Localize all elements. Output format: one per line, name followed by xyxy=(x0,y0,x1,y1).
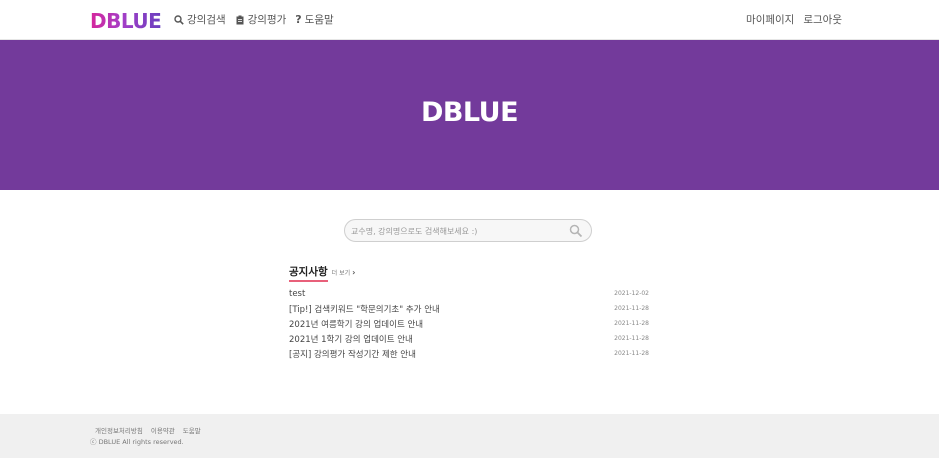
more-label: 더 보기 xyxy=(331,270,351,277)
nav-label: 도움말 xyxy=(304,14,334,26)
notice-link[interactable]: 2021년 1학기 강의 업데이트 안내 xyxy=(289,333,413,345)
notice-title: 공지사항 xyxy=(289,264,328,282)
hero-banner: DBLUE xyxy=(0,40,939,190)
nav-label: 강의평가 xyxy=(247,14,287,26)
search-icon xyxy=(174,14,184,25)
notice-date: 2021-12-02 xyxy=(614,290,649,297)
copyright: ⓒ DBLUE All rights reserved. xyxy=(90,438,184,446)
nav-label: 강의검색 xyxy=(187,14,226,26)
list-item: test 2021-12-02 xyxy=(289,286,649,301)
more-link[interactable]: 더 보기 › xyxy=(332,268,356,277)
notice-link[interactable]: 2021년 여름학기 강의 업데이트 안내 xyxy=(289,318,423,330)
notice-date: 2021-11-28 xyxy=(614,320,649,327)
help-link[interactable]: 도움말 xyxy=(183,425,201,435)
search-input[interactable] xyxy=(351,223,566,239)
list-item: 2021년 여름학기 강의 업데이트 안내 2021-11-28 xyxy=(289,316,649,331)
list-item: [공지] 강의평가 작성기간 제한 안내 2021-11-28 xyxy=(289,346,649,361)
notice-date: 2021-11-28 xyxy=(614,335,649,342)
course-search-box xyxy=(344,219,592,242)
hero-logo: DBLUE xyxy=(420,97,519,128)
notice-list: test 2021-12-02 [Tip!] 검색키워드 "학문의기초" 추가 … xyxy=(289,286,649,361)
nav-course-search[interactable]: 강의검색 xyxy=(174,12,226,27)
clipboard-icon xyxy=(236,15,244,24)
list-item: 2021년 1학기 강의 업데이트 안내 2021-11-28 xyxy=(289,331,649,346)
notice-date: 2021-11-28 xyxy=(614,350,649,357)
logout-link[interactable]: 로그아웃 xyxy=(803,12,842,27)
notice-section: 공지사항 더 보기 › test 2021-12-02 [Tip!] 검색키워드… xyxy=(289,264,649,361)
question-icon: ? xyxy=(295,13,302,26)
nav-help[interactable]: ? 도움말 xyxy=(295,12,333,27)
user-nav: 마이페이지 로그아웃 xyxy=(746,12,842,27)
notice-link[interactable]: test xyxy=(289,289,305,299)
top-navbar: DBLUE 강의검색 강의평가 ? 도움말 마이페이지 로그아웃 xyxy=(0,0,939,40)
search-icon[interactable] xyxy=(569,224,583,238)
privacy-policy-link[interactable]: 개인정보처리방침 xyxy=(95,425,143,435)
notice-link[interactable]: [공지] 강의평가 작성기간 제한 안내 xyxy=(289,348,416,360)
nav-course-review[interactable]: 강의평가 xyxy=(235,12,287,27)
chevron-right-icon: › xyxy=(352,268,356,277)
my-page-link[interactable]: 마이페이지 xyxy=(746,12,794,27)
terms-link[interactable]: 이용약관 xyxy=(151,425,175,435)
notice-header: 공지사항 더 보기 › xyxy=(289,264,649,282)
notice-date: 2021-11-28 xyxy=(614,305,649,312)
logo[interactable]: DBLUE xyxy=(90,9,162,33)
footer: 개인정보처리방침 이용약관 도움말 ⓒ DBLUE All rights res… xyxy=(0,414,939,458)
list-item: [Tip!] 검색키워드 "학문의기초" 추가 안내 2021-11-28 xyxy=(289,301,649,316)
notice-link[interactable]: [Tip!] 검색키워드 "학문의기초" 추가 안내 xyxy=(289,303,440,315)
main-nav: 강의검색 강의평가 ? 도움말 xyxy=(174,12,334,27)
footer-links: 개인정보처리방침 이용약관 도움말 xyxy=(95,425,201,435)
